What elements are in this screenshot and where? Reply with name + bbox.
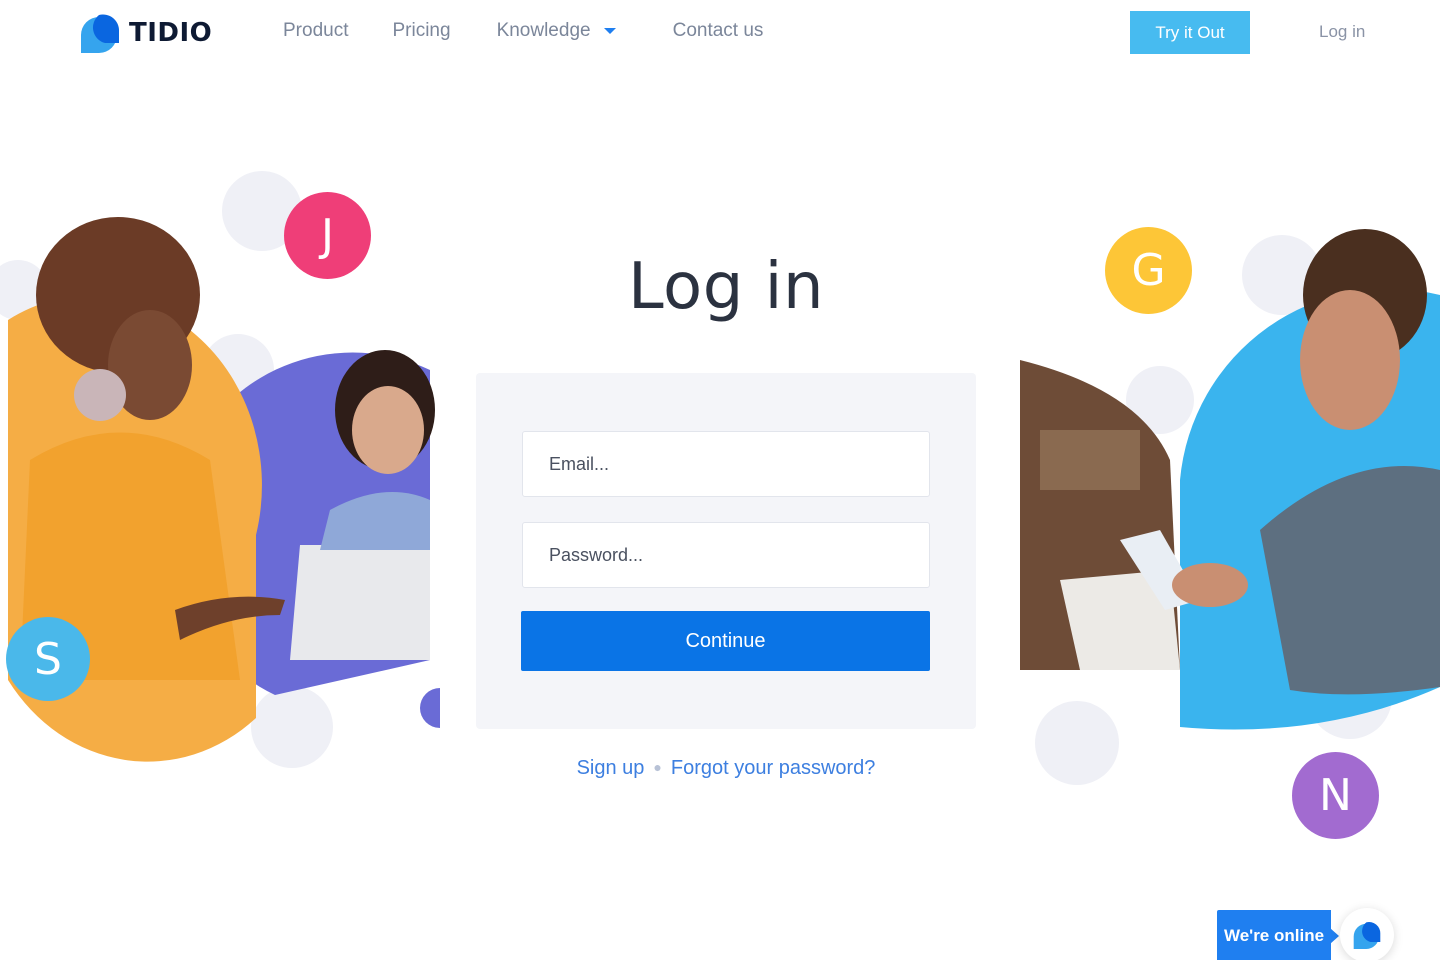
brand-name: TIDIO	[129, 18, 213, 48]
login-page: TIDIO Product Pricing Knowledge Contact …	[0, 0, 1448, 960]
brand-logo[interactable]: TIDIO	[79, 13, 212, 53]
link-separator: ●	[653, 759, 662, 775]
nav-contact[interactable]: Contact us	[673, 20, 764, 42]
site-header: TIDIO Product Pricing Knowledge Contact …	[0, 0, 1448, 70]
right-illustration	[1020, 229, 1440, 785]
nav-pricing[interactable]: Pricing	[392, 20, 450, 42]
avatar-badge-n-letter: N	[1319, 770, 1352, 821]
sign-up-link[interactable]: Sign up	[577, 757, 645, 779]
forgot-password-link[interactable]: Forgot your password?	[671, 757, 876, 779]
avatar-badge-s-letter: S	[34, 633, 62, 685]
email-field[interactable]	[522, 431, 930, 497]
chevron-down-icon	[603, 28, 616, 34]
chat-launcher-button[interactable]	[1340, 908, 1394, 960]
nav-product[interactable]: Product	[283, 20, 348, 42]
avatar-badge-g-letter: G	[1131, 245, 1166, 296]
chat-status-button[interactable]: We're online	[1217, 910, 1331, 960]
try-it-out-button[interactable]: Try it Out	[1130, 11, 1250, 54]
chat-pill-pointer	[1330, 928, 1339, 944]
avatar-badge-s: S	[6, 617, 90, 701]
chat-logo-icon	[1353, 922, 1381, 949]
continue-button[interactable]: Continue	[521, 611, 930, 671]
tidio-logo-icon	[81, 14, 120, 53]
main-nav: Product Pricing Knowledge Contact us	[283, 20, 763, 42]
password-field[interactable]	[522, 522, 930, 588]
nav-knowledge-label: Knowledge	[496, 20, 591, 41]
avatar-badge-g: G	[1105, 227, 1192, 314]
page-title: Log in	[628, 250, 824, 324]
avatar-badge-j: J	[284, 192, 371, 279]
avatar-badge-j-letter: J	[321, 210, 334, 261]
login-form: Continue	[476, 373, 976, 729]
avatar-badge-n: N	[1292, 752, 1379, 839]
nav-knowledge[interactable]: Knowledge	[497, 20, 617, 42]
chat-status-label: We're online	[1223, 926, 1325, 945]
header-login-link[interactable]: Log in	[1319, 22, 1365, 42]
auth-links: Sign up ● Forgot your password?	[476, 757, 976, 780]
